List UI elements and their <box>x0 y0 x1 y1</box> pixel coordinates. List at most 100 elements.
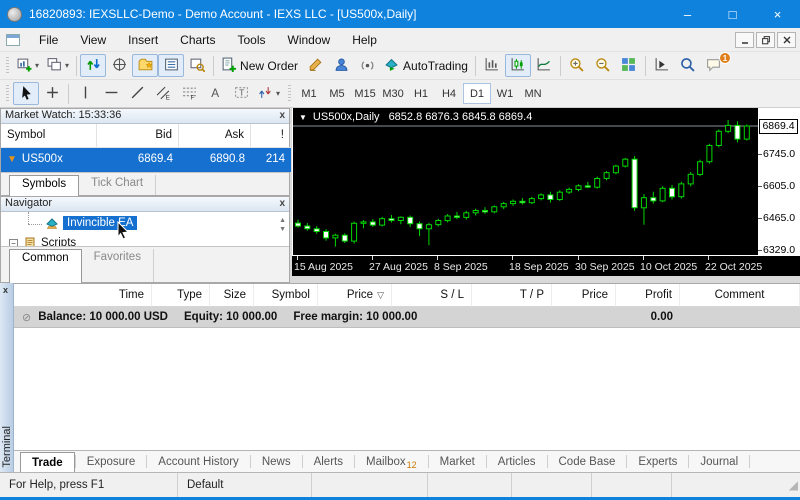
terminal-tab-news[interactable]: News <box>251 451 302 472</box>
col-time[interactable]: Time <box>14 284 152 307</box>
status-profile[interactable]: Default <box>178 473 312 497</box>
navigator-close-icon[interactable]: x <box>279 197 285 211</box>
cursor-button[interactable] <box>13 82 39 105</box>
vertical-line-button[interactable] <box>72 82 98 105</box>
col-bid[interactable]: Bid <box>97 124 179 148</box>
menu-view[interactable]: View <box>69 30 117 50</box>
navigator-scrollbar[interactable]: ▲ ▼ <box>279 216 286 234</box>
timeframe-d1[interactable]: D1 <box>463 83 492 104</box>
terminal-tab-account-history[interactable]: Account History <box>147 451 250 472</box>
tab-favorites[interactable]: Favorites <box>82 248 154 282</box>
terminal-tab-journal[interactable]: Journal <box>689 451 749 472</box>
terminal-tab-code-base[interactable]: Code Base <box>548 451 627 472</box>
new-order-button[interactable]: New Order <box>217 54 302 77</box>
bar-chart-button[interactable] <box>479 54 505 77</box>
trendline-button[interactable] <box>124 82 150 105</box>
balance-row[interactable]: ⊘ Balance: 10 000.00 USD Equity: 10 000.… <box>14 307 800 328</box>
menu-charts[interactable]: Charts <box>169 30 226 50</box>
search-button[interactable] <box>675 54 701 77</box>
resize-grip[interactable]: ◢ <box>672 473 800 497</box>
mdi-close-button[interactable] <box>777 31 796 48</box>
chat-button[interactable]: 1 <box>701 52 731 77</box>
timeframe-mn[interactable]: MN <box>519 83 547 104</box>
line-chart-button[interactable] <box>531 54 557 77</box>
terminal-tab-experts[interactable]: Experts <box>627 451 688 472</box>
market-watch-close-icon[interactable]: x <box>279 109 285 123</box>
toolbar-grip[interactable] <box>6 84 9 103</box>
candlestick-button[interactable] <box>504 54 531 77</box>
timeframe-m1[interactable]: M1 <box>295 83 323 104</box>
time-axis[interactable]: 15 Aug 2025 27 Aug 2025 8 Sep 2025 18 Sep 2… <box>292 256 800 276</box>
signals-button[interactable] <box>354 54 380 77</box>
toolbar-grip[interactable] <box>6 56 9 75</box>
data-window-toggle[interactable] <box>106 54 132 77</box>
col-comment[interactable]: Comment <box>680 284 800 307</box>
timeframe-h1[interactable]: H1 <box>407 83 435 104</box>
channel-button[interactable]: E <box>150 82 176 105</box>
menu-help[interactable]: Help <box>341 30 388 50</box>
timeframe-w1[interactable]: W1 <box>491 83 519 104</box>
ask-cell[interactable]: 6890.8 <box>179 148 251 172</box>
terminal-tab-mailbox[interactable]: Mailbox 12 <box>355 451 428 472</box>
col-profit[interactable]: Profit <box>616 284 680 307</box>
menu-file[interactable]: File <box>28 30 69 50</box>
maximize-button[interactable]: □ <box>710 0 755 28</box>
terminal-tab-articles[interactable]: Articles <box>487 451 547 472</box>
navigator-toggle[interactable] <box>132 54 159 77</box>
col-size[interactable]: Size <box>210 284 254 307</box>
terminal-tab-exposure[interactable]: Exposure <box>76 451 147 472</box>
terminal-tab-trade[interactable]: Trade <box>20 452 75 472</box>
scroll-up-icon[interactable]: ▲ <box>279 216 286 225</box>
zoom-out-button[interactable] <box>590 54 616 77</box>
tab-tick-chart[interactable]: Tick Chart <box>79 175 157 195</box>
metaeditor-button[interactable] <box>302 54 328 77</box>
bid-cell[interactable]: 6869.4 <box>97 148 179 172</box>
timeframe-m5[interactable]: M5 <box>323 83 351 104</box>
tab-common[interactable]: Common <box>9 248 82 283</box>
timeframe-m15[interactable]: M15 <box>351 83 379 104</box>
menu-insert[interactable]: Insert <box>117 30 169 50</box>
tab-symbols[interactable]: Symbols <box>9 175 80 196</box>
chart-window-icon[interactable] <box>6 33 20 46</box>
dropdown-arrow-icon[interactable]: ▾ <box>65 61 69 70</box>
chart-dropdown-icon[interactable]: ▼ <box>299 113 307 122</box>
tree-collapse-icon[interactable]: − <box>9 238 18 246</box>
timeframe-h4[interactable]: H4 <box>435 83 463 104</box>
chart-shift-button[interactable] <box>649 54 675 77</box>
dropdown-arrow-icon[interactable]: ▾ <box>276 89 280 98</box>
new-chart-button[interactable]: ▾ <box>13 54 43 77</box>
tile-windows-button[interactable] <box>616 54 642 77</box>
toolbar-grip[interactable] <box>288 84 292 103</box>
col-symbol[interactable]: Symbol <box>1 124 97 148</box>
col-symbol[interactable]: Symbol <box>254 284 318 307</box>
scroll-down-icon[interactable]: ▼ <box>279 225 286 234</box>
market-watch-toggle[interactable] <box>80 54 107 77</box>
menu-tools[interactable]: Tools <box>227 30 277 50</box>
chart-plot[interactable]: ▼ US500x,Daily 6852.8 6876.3 6845.8 6869… <box>292 108 759 256</box>
arrows-button[interactable]: ▾ <box>254 82 284 105</box>
timeframe-m30[interactable]: M30 <box>379 83 407 104</box>
price-axis[interactable]: 6745.0 6605.0 6465.0 6329.0 6869.4 <box>757 108 800 256</box>
col-price[interactable]: Price ▽ <box>318 284 392 307</box>
dropdown-arrow-icon[interactable]: ▾ <box>35 61 39 70</box>
fibonacci-button[interactable]: F <box>176 82 202 105</box>
col-tp[interactable]: T / P <box>472 284 552 307</box>
terminal-close-icon[interactable]: x <box>3 285 8 295</box>
community-button[interactable] <box>328 54 354 77</box>
terminal-tab-alerts[interactable]: Alerts <box>303 451 354 472</box>
alert-cell[interactable]: 214 <box>251 148 291 172</box>
col-type[interactable]: Type <box>152 284 210 307</box>
profiles-button[interactable]: ▾ <box>43 54 73 77</box>
text-button[interactable]: A <box>202 82 228 105</box>
crosshair-button[interactable] <box>39 82 65 105</box>
zoom-in-button[interactable] <box>564 54 590 77</box>
terminal-toggle[interactable] <box>158 54 185 77</box>
tree-item-scripts[interactable]: − Scripts <box>9 234 76 246</box>
mdi-restore-button[interactable] <box>756 31 775 48</box>
minimize-button[interactable]: – <box>665 0 710 28</box>
terminal-tab-market[interactable]: Market <box>429 451 486 472</box>
close-button[interactable]: × <box>755 0 800 28</box>
horizontal-line-button[interactable] <box>98 82 124 105</box>
col-alert[interactable]: ! <box>251 124 291 148</box>
col-sl[interactable]: S / L <box>392 284 472 307</box>
